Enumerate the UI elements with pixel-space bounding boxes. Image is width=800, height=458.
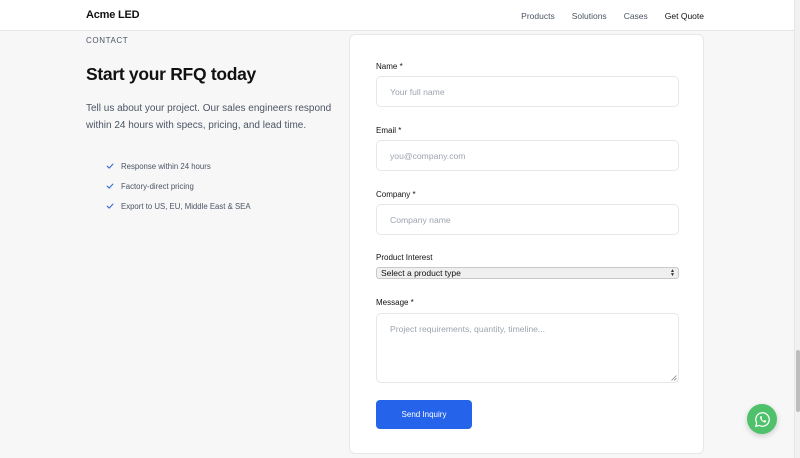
scrollbar-thumb[interactable] (796, 350, 800, 412)
company-label: Company * (376, 190, 416, 199)
logo[interactable]: Acme LED (86, 9, 140, 21)
name-input[interactable] (376, 76, 679, 107)
benefit-item: Factory-direct pricing (106, 176, 251, 196)
whatsapp-icon (754, 411, 770, 427)
check-icon (106, 163, 114, 169)
nav-products[interactable]: Products (521, 11, 555, 21)
select-value: Select a product type (381, 268, 461, 278)
benefit-item: Response within 24 hours (106, 156, 251, 176)
page-scrollbar[interactable] (794, 0, 800, 458)
section-label: CONTACT (86, 36, 129, 45)
benefit-label: Export to US, EU, Middle East & SEA (121, 201, 251, 211)
intro-text: Tell us about your project. Our sales en… (86, 103, 332, 131)
email-input[interactable] (376, 140, 679, 171)
check-icon (106, 183, 114, 189)
benefit-item: Export to US, EU, Middle East & SEA (106, 196, 251, 216)
nav-get-quote[interactable]: Get Quote (665, 11, 704, 21)
benefit-label: Response within 24 hours (121, 161, 211, 171)
nav-solutions[interactable]: Solutions (572, 11, 607, 21)
rfq-form: Name * Email * Company * Product Interes… (349, 34, 704, 454)
email-label: Email * (376, 126, 402, 135)
site-header: Acme LED Products Solutions Cases Get Qu… (0, 0, 794, 31)
whatsapp-button[interactable] (747, 404, 777, 434)
product-type-select[interactable]: Select a product type ▲ ▼ (376, 267, 679, 279)
resize-grip-icon[interactable] (671, 375, 677, 381)
select-arrows-icon: ▲ ▼ (670, 268, 675, 278)
benefits-list: Response within 24 hours Factory-direct … (106, 156, 251, 216)
name-label: Name * (376, 62, 403, 71)
benefit-label: Factory-direct pricing (121, 181, 194, 191)
page-title: Start your RFQ today (86, 64, 256, 84)
main-nav: Products Solutions Cases Get Quote (521, 11, 704, 21)
product-interest-label: Product Interest (376, 253, 433, 262)
message-textarea[interactable] (376, 313, 679, 383)
message-label: Message * (376, 298, 414, 307)
send-inquiry-button[interactable]: Send Inquiry (376, 400, 472, 429)
nav-cases[interactable]: Cases (624, 11, 648, 21)
company-input[interactable] (376, 204, 679, 235)
check-icon (106, 203, 114, 209)
